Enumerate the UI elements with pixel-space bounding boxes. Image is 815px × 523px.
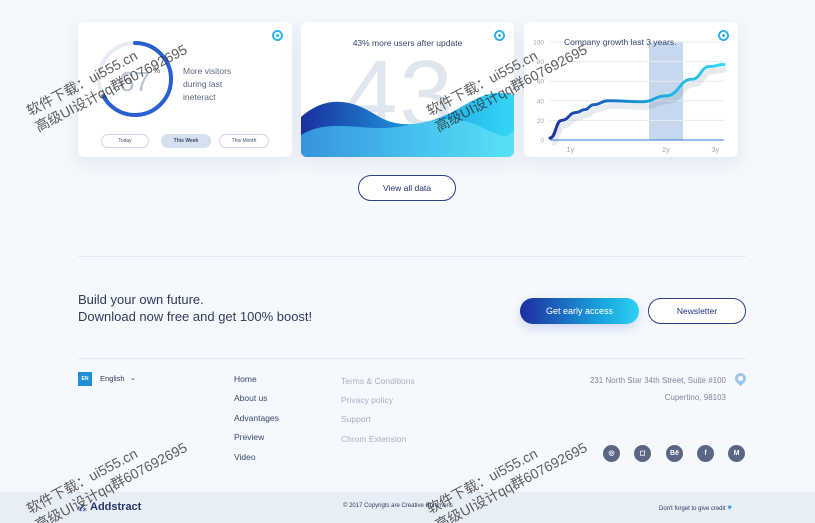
y-tick-label: 40 — [537, 98, 545, 105]
y-tick-label: 20 — [537, 118, 545, 125]
settings-icon[interactable] — [272, 30, 283, 41]
instagram-icon[interactable]: ◻ — [634, 445, 651, 462]
series-line-shadow — [550, 66, 727, 147]
view-all-data-button[interactable]: View all data — [358, 175, 456, 201]
footer-link-privacy[interactable]: Privacy policy — [341, 395, 393, 405]
medium-icon[interactable]: M — [728, 445, 745, 462]
footer-link-advantages[interactable]: Advantages — [234, 413, 279, 423]
address-line-2: Cupertino, 98103 — [664, 393, 726, 402]
footer-link-home[interactable]: Home — [234, 374, 257, 384]
footer-link-terms[interactable]: Terms & Conditions — [341, 376, 415, 386]
y-tick-label: 0 — [540, 138, 544, 145]
get-early-access-button[interactable]: Get early access — [520, 298, 639, 324]
footer-link-support[interactable]: Support — [341, 414, 371, 424]
period-this-week-button[interactable]: This Week — [161, 134, 211, 148]
address-line-1: 231 North Star 34th Street, Suite #100 — [589, 376, 726, 385]
period-today-button[interactable]: Today — [101, 134, 149, 148]
heart-icon: ♥ — [727, 503, 732, 512]
section-divider — [78, 256, 746, 257]
credit-text: Don't forget to give credit ♥ — [659, 503, 732, 512]
behance-icon[interactable]: Bē — [666, 445, 683, 462]
users-card-title: 43% more users after update — [352, 38, 463, 48]
footer-link-preview[interactable]: Preview — [234, 432, 264, 442]
language-selector[interactable]: English — [100, 374, 125, 383]
location-pin-icon — [732, 370, 749, 387]
x-tick-label: 3y — [712, 147, 720, 154]
section-divider — [78, 358, 746, 359]
footer-link-video[interactable]: Video — [234, 452, 256, 462]
dribbble-icon[interactable]: ◎ — [603, 445, 620, 462]
facebook-icon[interactable]: f — [697, 445, 714, 462]
cta-subheadline: Download now free and get 100% boost! — [78, 309, 313, 324]
footer-link-chrome-extension[interactable]: Chrom Extension — [341, 434, 406, 444]
credit-label: Don't forget to give credit — [659, 506, 726, 512]
x-tick-label: 1y — [567, 147, 575, 154]
footer-link-about-us[interactable]: About us — [234, 393, 268, 403]
x-tick-label: 2y — [662, 147, 670, 154]
cta-headline: Build your own future. — [78, 292, 204, 307]
period-this-month-button[interactable]: This Month — [219, 134, 269, 148]
newsletter-button[interactable]: Newsletter — [648, 298, 746, 324]
language-flag-icon[interactable]: EN — [78, 372, 92, 386]
visitors-description: More visitors during last ineteract — [183, 66, 232, 102]
chevron-down-icon[interactable]: ⌄ — [130, 374, 136, 382]
